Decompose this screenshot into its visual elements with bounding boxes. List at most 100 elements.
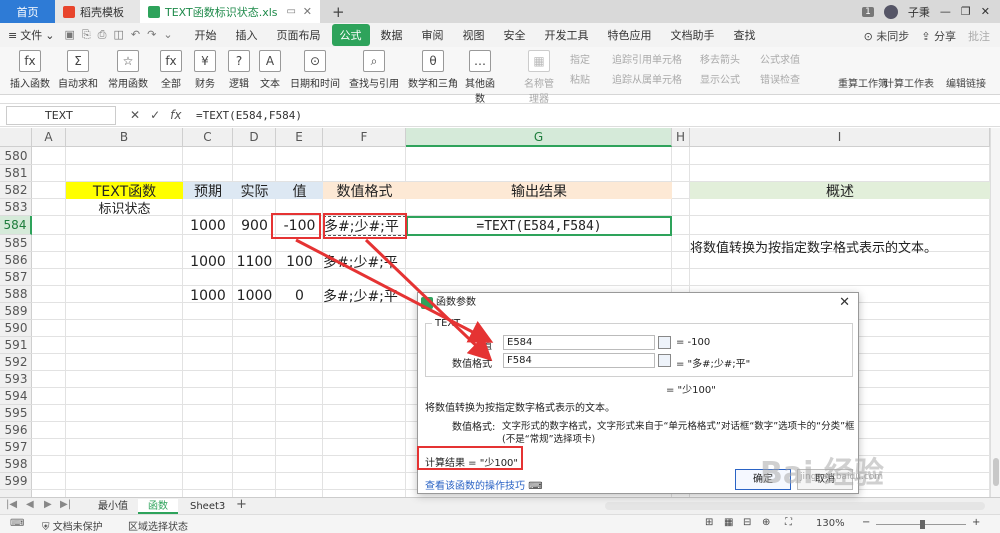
- zoom-in-icon[interactable]: +: [972, 517, 980, 528]
- cell-f586[interactable]: 多#;少#;平: [323, 252, 406, 272]
- tab-document[interactable]: TEXT函数标识状态.xls ▭ ✕: [140, 0, 320, 23]
- row-header-584[interactable]: 584: [0, 216, 32, 235]
- row-header-598[interactable]: 598: [0, 456, 32, 473]
- arg2-ref-picker-icon[interactable]: [658, 354, 671, 367]
- cell-e582[interactable]: 值: [276, 182, 323, 200]
- scroll-thumb[interactable]: [993, 458, 999, 486]
- menu-tab-3[interactable]: 公式: [331, 24, 370, 46]
- more-icon[interactable]: ⌄: [163, 28, 172, 42]
- view-page-icon[interactable]: ▦: [724, 517, 733, 528]
- protect-status[interactable]: ⛨ 文档未保护: [42, 518, 103, 533]
- ribbon-button-10[interactable]: … 其他函数: [463, 50, 497, 105]
- row-header-591[interactable]: 591: [0, 337, 32, 354]
- zoom-out-icon[interactable]: −: [862, 517, 870, 528]
- save-icon[interactable]: ▣: [64, 28, 74, 42]
- formula-input[interactable]: =TEXT(E584,F584): [196, 109, 302, 122]
- first-sheet-icon[interactable]: |◀: [6, 499, 17, 510]
- row-header-590[interactable]: 590: [0, 320, 32, 337]
- minimize-icon[interactable]: —: [940, 5, 951, 18]
- window-count-badge[interactable]: 1: [862, 6, 874, 17]
- close-window-icon[interactable]: ✕: [981, 5, 990, 18]
- tab-daoke-templates[interactable]: 稻壳模板: [55, 0, 140, 23]
- ribbon-small-5[interactable]: 显示公式: [700, 71, 740, 86]
- cell-d584[interactable]: 900: [233, 216, 276, 236]
- menu-tab-11[interactable]: 查找: [726, 24, 764, 46]
- horizontal-scrollbar[interactable]: [605, 502, 985, 510]
- add-sheet-button[interactable]: +: [236, 497, 247, 512]
- ribbon-button-9[interactable]: θ 数学和三角: [404, 50, 462, 90]
- cell-b582[interactable]: TEXT函数: [66, 182, 183, 200]
- ribbon-button-8[interactable]: ⌕ 查找与引用: [345, 50, 403, 90]
- cell-d586[interactable]: 1100: [233, 252, 276, 272]
- ribbon-small-10[interactable]: 编辑链接: [946, 75, 986, 90]
- row-header-595[interactable]: 595: [0, 405, 32, 422]
- ribbon-button-5[interactable]: ? 逻辑: [222, 50, 256, 90]
- menu-tab-9[interactable]: 特色应用: [600, 24, 660, 46]
- cell-d588[interactable]: 1000: [233, 286, 276, 306]
- tab-home[interactable]: 首页: [0, 0, 55, 23]
- monitor-icon[interactable]: ▭: [287, 6, 296, 17]
- select-all-corner[interactable]: [0, 128, 32, 147]
- insert-function-icon[interactable]: fx: [170, 108, 181, 122]
- arg1-ref-picker-icon[interactable]: [658, 336, 671, 349]
- sheet-tab-function[interactable]: 函数: [138, 499, 178, 514]
- menu-tab-10[interactable]: 文档助手: [663, 24, 723, 46]
- row-header-597[interactable]: 597: [0, 439, 32, 456]
- cell-e588[interactable]: 0: [276, 286, 323, 306]
- confirm-icon[interactable]: ✓: [150, 108, 160, 122]
- menu-tab-8[interactable]: 开发工具: [537, 24, 597, 46]
- arg2-input[interactable]: F584: [503, 353, 655, 368]
- column-header-a[interactable]: A: [32, 128, 66, 147]
- column-header-i[interactable]: I: [690, 128, 990, 147]
- cell-b583[interactable]: 标识状态: [66, 199, 183, 217]
- ribbon-button-11[interactable]: ▦ 名称管理器: [522, 50, 556, 105]
- row-header-586[interactable]: 586: [0, 252, 32, 269]
- cell-i585[interactable]: 将数值转换为按指定数字格式表示的文本。: [690, 238, 990, 256]
- share-button[interactable]: ⇪ 分享: [921, 28, 956, 44]
- sheet-tab-sheet3[interactable]: Sheet3: [180, 499, 235, 514]
- cell-c584[interactable]: 1000: [183, 216, 233, 236]
- row-header-582[interactable]: 582: [0, 182, 32, 199]
- ribbon-button-6[interactable]: A 文本: [253, 50, 287, 90]
- ribbon-small-8[interactable]: 重算工作簿: [838, 75, 888, 90]
- cell-e586[interactable]: 100: [276, 252, 323, 272]
- prev-sheet-icon[interactable]: ◀: [26, 499, 34, 510]
- ribbon-small-6[interactable]: 公式求值: [760, 51, 800, 66]
- undo-icon[interactable]: ↶: [131, 28, 140, 42]
- row-header-585[interactable]: 585: [0, 235, 32, 252]
- ribbon-small-0[interactable]: 指定: [570, 51, 590, 66]
- row-header-594[interactable]: 594: [0, 388, 32, 405]
- close-tab-icon[interactable]: ✕: [303, 5, 312, 18]
- cell-d582[interactable]: 实际: [233, 182, 276, 200]
- row-header-581[interactable]: 581: [0, 165, 32, 182]
- cell-f582[interactable]: 数值格式: [323, 182, 406, 200]
- row-header-596[interactable]: 596: [0, 422, 32, 439]
- ribbon-button-0[interactable]: fx 插入函数: [6, 50, 54, 90]
- name-box[interactable]: TEXT: [6, 106, 116, 125]
- view-break-icon[interactable]: ⊟: [743, 517, 751, 528]
- ribbon-small-4[interactable]: 移去箭头: [700, 51, 740, 66]
- cell-g584[interactable]: =TEXT(E584,F584): [406, 216, 672, 236]
- arg1-input[interactable]: E584: [503, 335, 655, 350]
- cell-c588[interactable]: 1000: [183, 286, 233, 306]
- menu-tab-0[interactable]: 开始: [187, 24, 225, 46]
- restore-icon[interactable]: ❐: [961, 5, 971, 18]
- column-header-d[interactable]: D: [233, 128, 276, 147]
- keyboard-icon[interactable]: ⌨: [10, 518, 24, 529]
- column-header-f[interactable]: F: [323, 128, 406, 147]
- ribbon-button-3[interactable]: fx 全部: [154, 50, 188, 90]
- view-reading-icon[interactable]: ⊕: [762, 517, 770, 528]
- row-header-599[interactable]: 599: [0, 473, 32, 490]
- export-icon[interactable]: ⎘: [82, 28, 91, 42]
- row-header-592[interactable]: 592: [0, 354, 32, 371]
- cell-i582[interactable]: 概述: [690, 182, 990, 200]
- next-sheet-icon[interactable]: ▶: [44, 499, 52, 510]
- ribbon-small-3[interactable]: 追踪从属单元格: [612, 71, 682, 86]
- ribbon-button-1[interactable]: Σ 自动求和: [54, 50, 102, 90]
- annotate-button[interactable]: 批注: [968, 28, 990, 44]
- last-sheet-icon[interactable]: ▶|: [60, 499, 71, 510]
- row-header-580[interactable]: 580: [0, 147, 32, 165]
- close-icon[interactable]: ✕: [839, 293, 850, 313]
- ribbon-button-4[interactable]: ¥ 财务: [188, 50, 222, 90]
- row-header-593[interactable]: 593: [0, 371, 32, 388]
